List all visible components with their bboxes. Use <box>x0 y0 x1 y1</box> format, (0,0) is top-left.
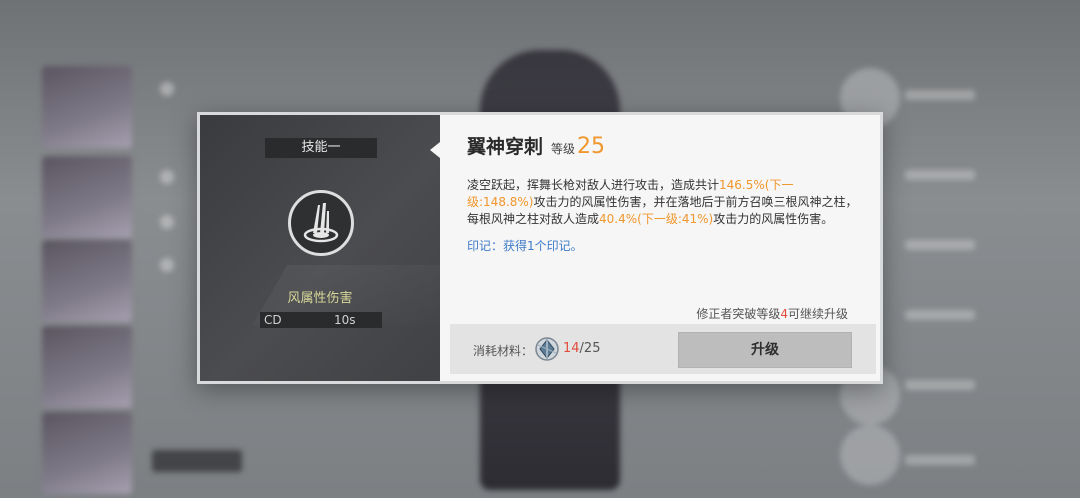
skill-icon <box>840 425 900 485</box>
material-owned: 14 <box>563 341 580 356</box>
skill-detail-panel: 翼神穿刺 等级 25 凌空跃起，挥舞长枪对敌人进行攻击，造成共计146.5%(下… <box>440 115 880 381</box>
cooldown-label: CD <box>264 313 282 327</box>
description-value: 40.4%(下一级:41%) <box>599 212 714 226</box>
upgrade-requirement-note: 修正者突破等级4可继续升级 <box>696 305 848 322</box>
upgrade-button[interactable]: 升级 <box>678 332 852 368</box>
character-portrait <box>42 66 132 148</box>
character-portrait <box>42 240 132 322</box>
skill-label <box>905 170 975 180</box>
description-text: 攻击力的风属性伤害。 <box>713 212 834 226</box>
note-text: 修正者突破等级 <box>696 307 781 321</box>
panel-pointer <box>430 142 440 158</box>
menu-icon <box>160 258 174 272</box>
bottom-chip <box>152 450 242 472</box>
mark-effect-text: 印记：获得1个印记。 <box>467 239 583 253</box>
skill-label <box>905 455 975 465</box>
skill-summary-panel: 技能一 风属性伤害 CD 10s <box>200 115 440 381</box>
skill-title-row: 翼神穿刺 等级 25 <box>467 132 605 159</box>
skill-detail-dialog: 技能一 风属性伤害 CD 10s 翼神穿刺 等级 25 凌空跃起，挥舞长枪对敌人… <box>197 112 883 384</box>
skill-description: 凌空跃起，挥舞长枪对敌人进行攻击，造成共计146.5%(下一级:148.8%)攻… <box>467 177 859 228</box>
skill-title: 翼神穿刺 <box>467 136 544 158</box>
skill-label <box>905 90 975 100</box>
skill-label <box>905 310 975 320</box>
menu-icon <box>160 170 174 184</box>
material-required: /25 <box>579 341 601 356</box>
character-portrait <box>42 156 132 238</box>
skill-label <box>905 380 975 390</box>
cooldown-value: 10s <box>334 313 356 327</box>
description-text: 凌空跃起，挥舞长枪对敌人进行攻击，造成共计 <box>467 178 720 192</box>
skill-label <box>905 240 975 250</box>
character-portrait <box>42 326 132 408</box>
crystal-material-icon[interactable] <box>534 336 560 362</box>
character-portrait <box>42 412 132 494</box>
note-level: 4 <box>780 307 788 321</box>
menu-icon <box>160 215 174 229</box>
level-value: 25 <box>577 134 606 159</box>
level-label: 等级 <box>551 142 576 156</box>
note-text: 可继续升级 <box>787 307 848 321</box>
wind-spear-skill-icon <box>288 190 354 256</box>
menu-icon <box>160 82 174 96</box>
skill-slot-label: 技能一 <box>265 138 377 158</box>
upgrade-bar: 消耗材料： 14/25 升级 <box>450 324 876 374</box>
damage-type-label: 风属性伤害 <box>287 291 353 306</box>
cooldown-bar: CD 10s <box>260 312 382 328</box>
material-count: 14/25 <box>563 341 600 356</box>
materials-label: 消耗材料： <box>473 344 534 358</box>
